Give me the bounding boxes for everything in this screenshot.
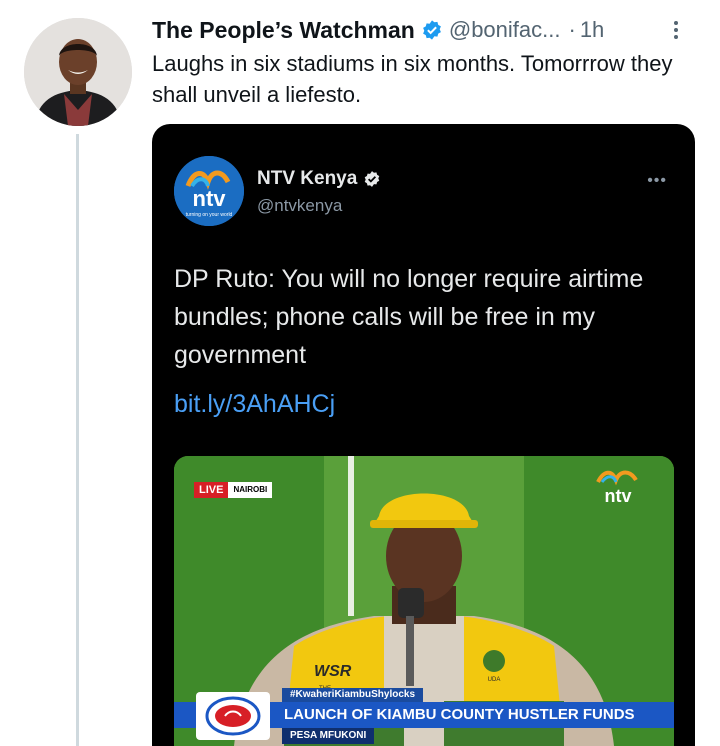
- location-label: NAIROBI: [228, 482, 273, 498]
- quoted-verified-icon: [365, 171, 380, 187]
- lower-third-subline: PESA MFUKONI: [282, 728, 375, 744]
- author-avatar[interactable]: [24, 18, 132, 126]
- county-seal-icon: [196, 692, 270, 740]
- ntv-logo-text: ntv: [193, 186, 227, 211]
- quoted-more-icon: •••: [647, 172, 667, 189]
- news-lower-third: #KwaheriKiambuShylocks LAUNCH OF KIAMBU …: [174, 688, 674, 746]
- quoted-name-row: NTV Kenya: [257, 168, 381, 190]
- party-text: UDA: [488, 677, 501, 683]
- verified-badge-icon: [422, 20, 441, 40]
- ntv-watermark-icon: ntv: [590, 468, 646, 506]
- live-label: LIVE: [194, 482, 229, 498]
- watermark-text: ntv: [605, 486, 632, 506]
- lower-third-hashtag: #KwaheriKiambuShylocks: [282, 688, 424, 702]
- vest-logo-text: WSR: [314, 663, 352, 680]
- ntv-logo-tagline: turning on your world: [186, 212, 233, 218]
- kebab-menu-icon[interactable]: [672, 18, 680, 44]
- quoted-tweet-text: DP Ruto: You will no longer require airt…: [174, 265, 644, 369]
- tweet-media-image[interactable]: ntv turning on your world NTV Kenya @ntv…: [152, 124, 695, 746]
- quoted-link: bit.ly/3AhAHCj: [174, 390, 336, 418]
- separator-dot: ·: [568, 17, 576, 42]
- tweet-header: The People’s Watchman @bonifac... · 1h: [152, 14, 702, 46]
- live-indicator: LIVE NAIROBI: [194, 482, 273, 498]
- avatar-image: [24, 18, 132, 126]
- video-frame: WSR THE UDA LIVE NAIROBI ntv #KwaheriKia…: [174, 456, 674, 746]
- ntv-logo-avatar: ntv turning on your world: [174, 156, 244, 226]
- quoted-handle: @ntvkenya: [257, 196, 343, 215]
- tweet-text: Laughs in six stadiums in six months. To…: [152, 51, 673, 107]
- thread-line: [76, 134, 79, 746]
- author-handle[interactable]: @bonifac...: [449, 17, 561, 43]
- lower-third-headline: LAUNCH OF KIAMBU COUNTY HUSTLER FUNDS: [284, 706, 635, 723]
- tweet-timestamp[interactable]: 1h: [580, 17, 604, 43]
- author-display-name[interactable]: The People’s Watchman: [152, 17, 415, 44]
- quoted-display-name: NTV Kenya: [257, 168, 358, 189]
